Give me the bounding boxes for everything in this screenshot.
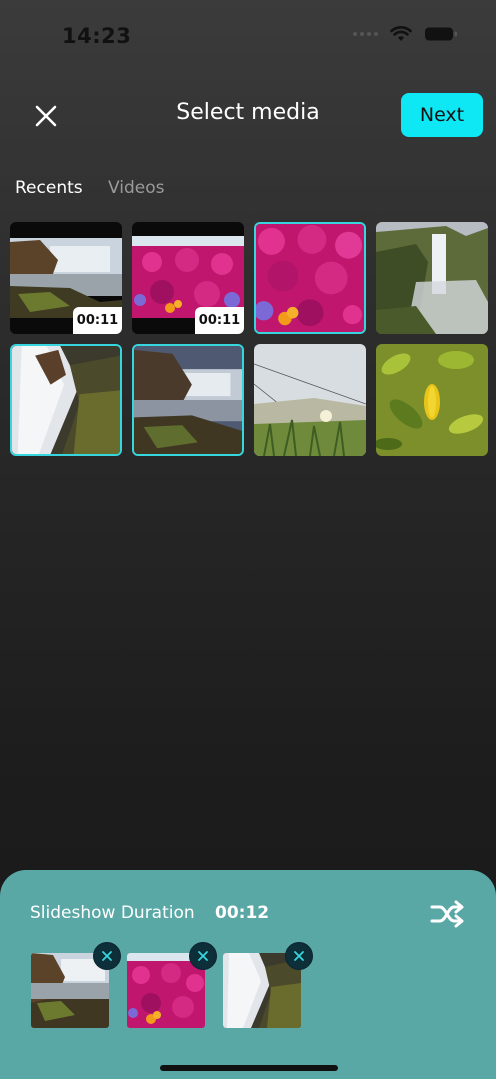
wifi-icon xyxy=(390,26,412,41)
media-tile[interactable] xyxy=(10,344,122,456)
media-tile[interactable]: 00:11 xyxy=(132,222,244,334)
shuffle-icon[interactable] xyxy=(430,900,464,928)
duration-badge: 00:11 xyxy=(195,307,244,334)
media-tile[interactable] xyxy=(254,222,366,334)
close-icon xyxy=(102,951,112,961)
slideshow-panel: Slideshow Duration 00:12 xyxy=(0,870,496,1079)
home-indicator xyxy=(160,1065,338,1071)
grass-dune-image xyxy=(254,344,366,456)
battery-icon xyxy=(425,27,457,41)
slideshow-duration-label: Slideshow Duration xyxy=(30,903,195,923)
next-button[interactable]: Next xyxy=(401,93,483,137)
media-tile[interactable]: 00:11 xyxy=(10,222,122,334)
waterfall-coast-image xyxy=(134,346,242,454)
signal-icon xyxy=(353,32,378,36)
slideshow-duration-value: 00:12 xyxy=(215,903,270,923)
waterfall-cliff-image xyxy=(376,222,488,334)
close-icon xyxy=(198,951,208,961)
tab-videos[interactable]: Videos xyxy=(108,178,165,198)
green-leaves-image xyxy=(376,344,488,456)
remove-button[interactable] xyxy=(93,942,121,970)
media-tile[interactable] xyxy=(132,344,244,456)
status-indicators xyxy=(353,26,458,42)
media-tile[interactable] xyxy=(254,344,366,456)
status-time: 14:23 xyxy=(62,24,132,48)
media-tile[interactable] xyxy=(376,344,488,456)
close-icon xyxy=(294,951,304,961)
waterfall-rocks-image xyxy=(12,346,120,454)
remove-button[interactable] xyxy=(189,942,217,970)
duration-badge: 00:11 xyxy=(73,307,122,334)
remove-button[interactable] xyxy=(285,942,313,970)
pink-flowers-closeup-image xyxy=(256,224,364,332)
tab-recents[interactable]: Recents xyxy=(15,178,83,198)
media-tile[interactable] xyxy=(376,222,488,334)
